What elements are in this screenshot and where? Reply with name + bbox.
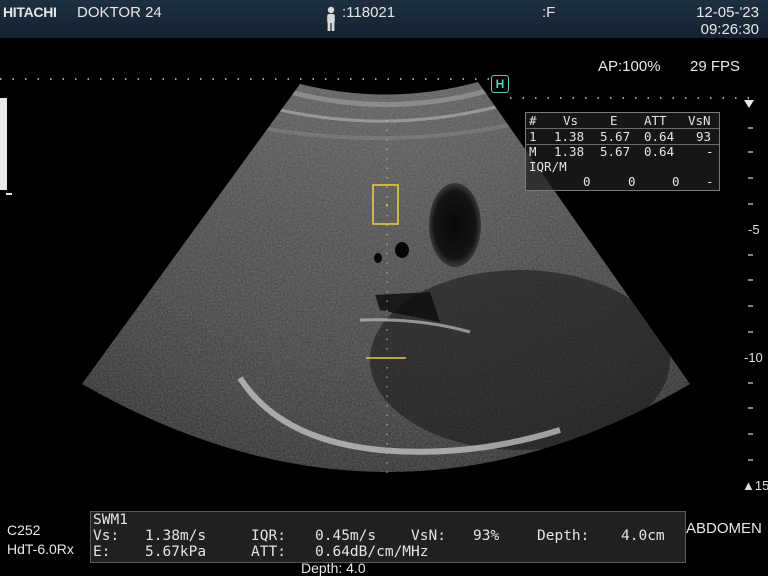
swm-results-panel: SWM1 Vs: 1.38m/s IQR: 0.45m/s VsN: 93% D… <box>90 511 686 563</box>
table-cell: - <box>706 174 714 189</box>
vsn-label: VsN: <box>411 528 446 544</box>
person-icon <box>327 6 335 31</box>
probe-name: C252 <box>7 522 41 538</box>
doctor-name: DOKTOR 24 <box>77 4 162 21</box>
iqr-label: IQR: <box>251 528 286 544</box>
frame-rate: 29 FPS <box>690 58 741 75</box>
table-cell: 1.38 <box>554 144 585 159</box>
table-header: E <box>610 113 618 128</box>
table-header: Vs <box>563 113 579 128</box>
gray-scale-bar <box>0 98 7 190</box>
table-cell: 1 <box>529 129 537 144</box>
probe-preset: HdT-6.0Rx <box>7 541 74 557</box>
table-cell: 93 <box>696 129 712 144</box>
brand-logo: HITACHI <box>3 4 57 20</box>
table-header: VsN <box>688 113 711 128</box>
focus-marker-icon[interactable] <box>744 100 754 108</box>
table-cell: 5.67 <box>600 129 631 144</box>
depth-label: Depth: <box>537 528 590 544</box>
e-value: 5.67kPa <box>145 544 207 560</box>
depth-ruler <box>748 127 753 461</box>
vs-value: 1.38m/s <box>145 528 207 544</box>
vsn-value: 93% <box>473 528 500 544</box>
depth-label-15: ▲15 <box>742 478 768 493</box>
table-header: ATT <box>644 113 667 128</box>
e-label: E: <box>93 544 111 560</box>
att-value: 0.64dB/cm/MHz <box>315 544 429 560</box>
table-header: # <box>529 113 537 128</box>
iqr-label: IQR/M <box>529 159 567 174</box>
exam-preset: ABDOMEN <box>686 520 762 537</box>
table-cell: - <box>706 144 714 159</box>
exam-time: 09:26:30 <box>700 21 759 38</box>
vs-label: Vs: <box>93 528 120 544</box>
acoustic-power: AP:100% <box>598 58 661 75</box>
table-cell: 0 <box>628 174 636 189</box>
exam-date: 12-05-'23 <box>696 4 759 21</box>
table-cell: M <box>529 144 537 159</box>
table-cell: 0.64 <box>644 144 675 159</box>
depth-value: 4.0cm <box>621 528 665 544</box>
table-cell: 1.38 <box>554 129 585 144</box>
depth-label-5: -5 <box>748 222 760 237</box>
depth-readout: Depth: 4.0 <box>301 560 366 576</box>
measurement-table: # Vs E ATT VsN 1 1.38 5.67 0.64 93 M 1.3… <box>525 112 720 191</box>
patient-sex: :F <box>542 4 556 21</box>
table-cell: 0 <box>672 174 680 189</box>
iqr-value: 0.45m/s <box>315 528 377 544</box>
ultrasound-image[interactable] <box>0 38 768 508</box>
table-cell: 0 <box>583 174 591 189</box>
harmonic-mode-icon: H <box>491 75 509 93</box>
swm-title: SWM1 <box>93 512 128 528</box>
table-cell: 0.64 <box>644 129 675 144</box>
table-cell: 5.67 <box>600 144 631 159</box>
depth-label-10: -10 <box>744 350 763 365</box>
att-label: ATT: <box>251 544 286 560</box>
patient-id: :118021 <box>342 4 396 21</box>
